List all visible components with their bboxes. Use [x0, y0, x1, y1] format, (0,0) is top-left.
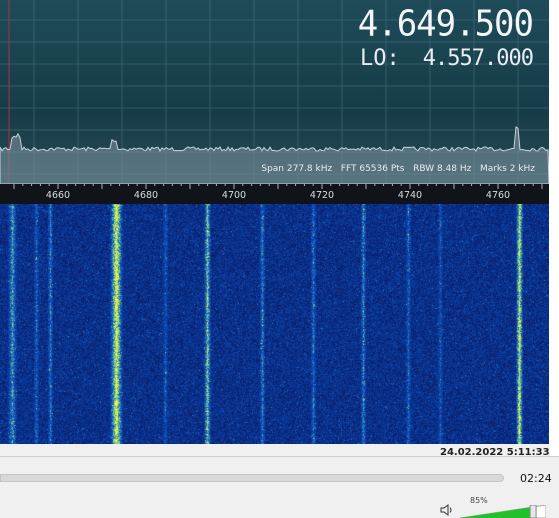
spectrum-trace [0, 126, 549, 184]
status-line: Span 277.8 kHz FFT 65536 Pts RBW 8.48 Hz… [261, 164, 535, 174]
lo-readout[interactable]: 4.557.000 [423, 46, 534, 71]
axis-tick-label: 4720 [309, 190, 335, 201]
window-edge [549, 0, 559, 456]
axis-tick-label: 4660 [45, 190, 71, 201]
seek-bar[interactable] [0, 474, 504, 482]
waterfall-canvas [0, 204, 549, 444]
frequency-axis[interactable]: 4660 4680 4700 4720 4740 4760 [0, 184, 549, 204]
axis-ticks [13, 184, 543, 189]
status-rbw: RBW 8.48 Hz [413, 164, 472, 174]
volume-thumb [529, 505, 537, 518]
status-span: Span 277.8 kHz [261, 164, 333, 174]
frequency-readout[interactable]: 4.649.500 [358, 3, 534, 45]
volume-percent: 85% [470, 496, 488, 505]
axis-tick-label: 4740 [397, 190, 423, 201]
waterfall-display[interactable] [0, 204, 549, 444]
lo-label: LO: [360, 46, 400, 71]
volume-slider[interactable] [460, 505, 546, 518]
status-marks: Marks 2 kHz [479, 164, 535, 174]
axis-tick-label: 4680 [133, 190, 159, 201]
axis-tick-label: 4700 [221, 190, 247, 201]
axis-tick-label: 4760 [485, 190, 511, 201]
speaker-icon[interactable] [440, 504, 454, 516]
spectrum-display[interactable]: 4.649.500 LO: 4.557.000 Span 277.8 kHz F… [0, 0, 549, 184]
status-fft: FFT 65536 Pts [340, 164, 405, 174]
divider [0, 456, 559, 457]
playback-time: 02:24 [520, 472, 552, 485]
